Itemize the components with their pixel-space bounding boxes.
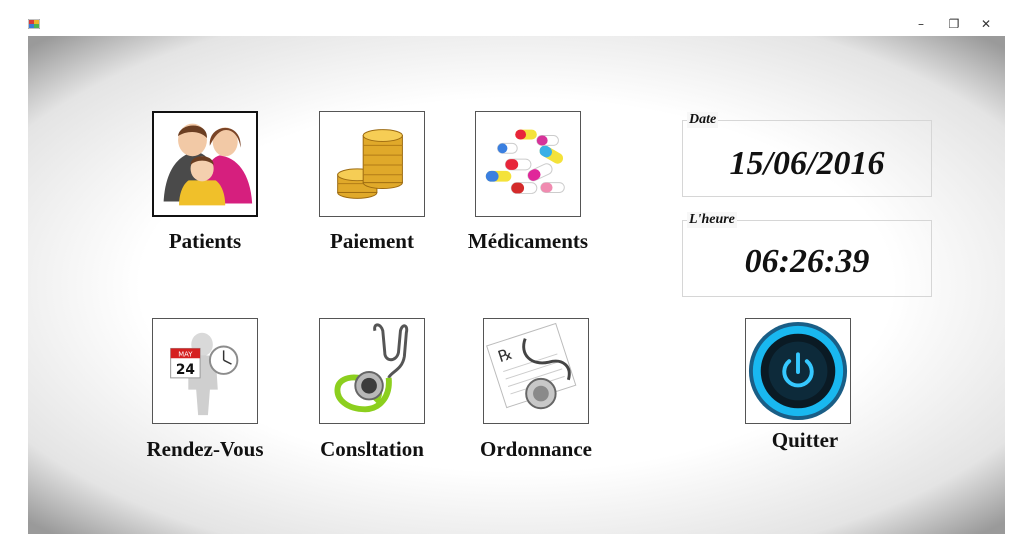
rendezvous-button[interactable]: MAY 24 (152, 318, 258, 424)
minimize-button[interactable]: – (908, 14, 934, 34)
app-icon[interactable] (28, 19, 40, 29)
patients-label[interactable]: Patients (152, 229, 258, 254)
date-value: 15/06/2016 (729, 145, 885, 182)
title-bar: – ❐ ✕ (0, 0, 1017, 36)
calendar-day: 24 (176, 362, 195, 378)
prescription-icon: ℞ (486, 322, 577, 410)
date-title: Date (687, 112, 719, 128)
patients-button[interactable] (152, 111, 258, 217)
medicaments-label[interactable]: Médicaments (445, 229, 611, 254)
quitter-label[interactable]: Quitter (745, 428, 865, 453)
calendar-month: MAY (178, 350, 193, 358)
stethoscope-icon (334, 323, 409, 413)
date-group: Date 15/06/2016 (682, 112, 932, 197)
close-button[interactable]: ✕ (973, 14, 999, 34)
main-panel: Patients Paiement Médicaments MAY 24 Ren… (28, 36, 1005, 534)
consultation-label[interactable]: Consltation (294, 437, 450, 462)
rendezvous-label[interactable]: Rendez-Vous (130, 437, 280, 462)
pills-icon (485, 129, 565, 194)
coins-icon (337, 129, 403, 199)
time-value: 06:26:39 (744, 243, 870, 280)
ordonnance-label[interactable]: Ordonnance (460, 437, 612, 462)
power-icon (746, 319, 850, 423)
medicaments-button[interactable] (475, 111, 581, 217)
maximize-button[interactable]: ❐ (941, 14, 967, 34)
family-icon (163, 123, 253, 206)
calendar-clock-icon: MAY 24 (170, 332, 239, 416)
quitter-button[interactable] (745, 318, 851, 424)
time-title: L'heure (687, 212, 737, 228)
paiement-label[interactable]: Paiement (304, 229, 440, 254)
ordonnance-button[interactable]: ℞ (483, 318, 589, 424)
paiement-button[interactable] (319, 111, 425, 217)
consultation-button[interactable] (319, 318, 425, 424)
time-group: L'heure 06:26:39 (682, 212, 932, 297)
